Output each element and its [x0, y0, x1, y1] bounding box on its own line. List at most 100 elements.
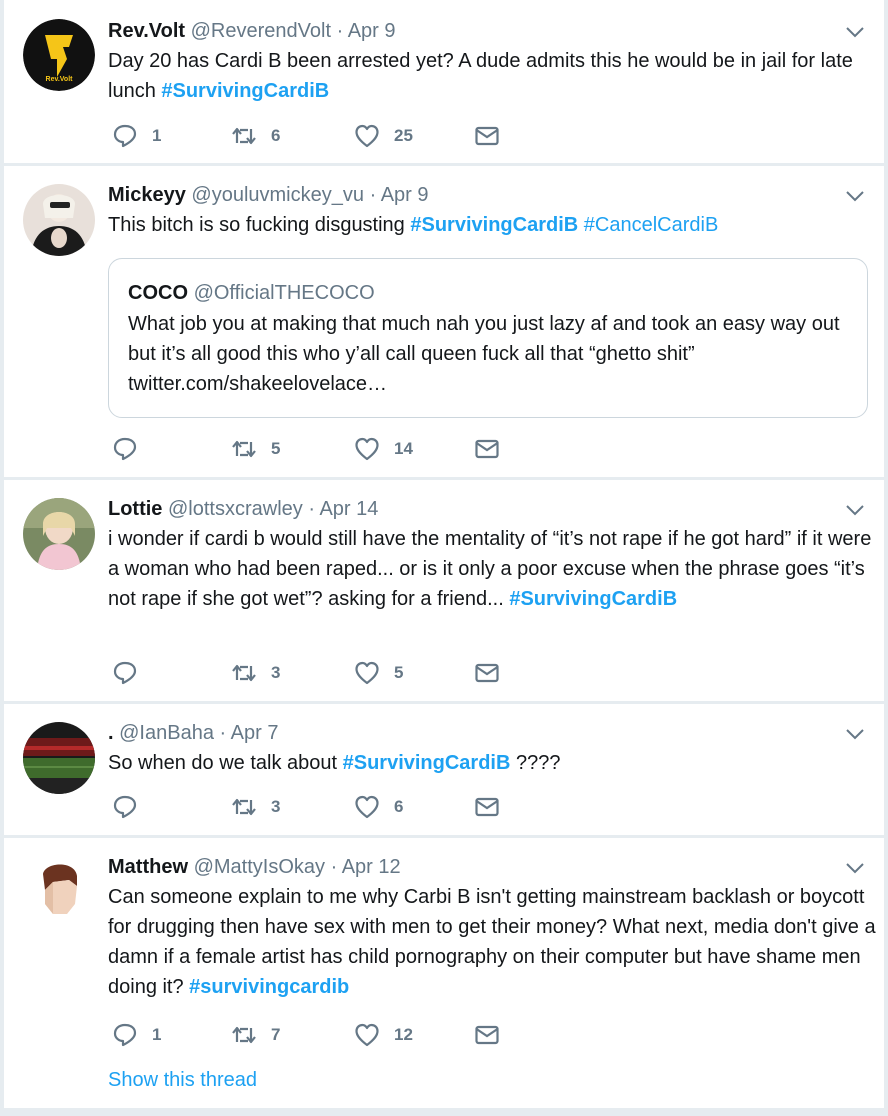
user-photo-image: [23, 184, 95, 256]
author-handle[interactable]: @lottsxcrawley: [168, 498, 303, 520]
retweet-button[interactable]: 3: [231, 658, 280, 688]
retweet-count: 5: [271, 439, 281, 458]
tweet[interactable]: Mickeyy @youluvmickey_vu · Apr 9 This bi…: [4, 166, 884, 477]
author-handle[interactable]: @IanBaha: [119, 722, 214, 744]
message-icon: [475, 663, 499, 683]
chevron-down-icon[interactable]: [844, 185, 866, 207]
like-icon: [355, 795, 379, 819]
author-name[interactable]: .: [108, 722, 114, 744]
avatar[interactable]: [23, 498, 95, 570]
reply-icon: [113, 1023, 137, 1047]
text-span: This bitch is so fucking disgusting: [108, 214, 411, 236]
message-icon: [475, 797, 499, 817]
author-name[interactable]: Matthew: [108, 856, 188, 878]
chevron-down-icon[interactable]: [844, 21, 866, 43]
avatar[interactable]: [23, 856, 95, 928]
hashtag-link[interactable]: #SurvivingCardiB: [343, 752, 511, 774]
hashtag-link[interactable]: #survivingcardib: [189, 976, 349, 998]
hashtag-link[interactable]: #CancelCardiB: [584, 214, 719, 236]
hashtag-link[interactable]: #SurvivingCardiB: [410, 214, 578, 236]
separator: ·: [219, 722, 227, 744]
separator: ·: [369, 184, 377, 206]
like-count: 6: [394, 797, 404, 816]
like-count: 25: [394, 126, 413, 145]
like-button[interactable]: 6: [354, 792, 403, 822]
author-name[interactable]: Rev.Volt: [108, 20, 185, 42]
chevron-down-icon[interactable]: [844, 857, 866, 879]
retweet-button[interactable]: 7: [231, 1020, 280, 1050]
tweet-actions: 3 6: [108, 792, 528, 822]
quoted-tweet-text: What job you at making that much nah you…: [128, 313, 840, 395]
tweet-date[interactable]: Apr 12: [342, 856, 401, 878]
retweet-icon: [232, 798, 256, 816]
avatar[interactable]: [23, 722, 95, 794]
tweet-date[interactable]: Apr 9: [381, 184, 429, 206]
avatar[interactable]: Rev.Volt: [23, 19, 95, 91]
tweet-actions: 5 14: [108, 434, 528, 464]
retweet-count: 3: [271, 797, 281, 816]
quoted-author-name: COCO: [128, 282, 188, 304]
tweet-text: Day 20 has Cardi B been arrested yet? A …: [108, 46, 878, 106]
message-icon: [475, 439, 499, 459]
tweet-actions: 1 7 12: [108, 1020, 528, 1050]
tweet[interactable]: . @IanBaha · Apr 7 So when do we talk ab…: [4, 704, 884, 835]
author-handle[interactable]: @ReverendVolt: [191, 20, 331, 42]
reply-button[interactable]: [112, 792, 152, 822]
author-handle[interactable]: @youluvmickey_vu: [191, 184, 364, 206]
like-count: 14: [394, 439, 413, 458]
tweet[interactable]: Lottie @lottsxcrawley · Apr 14 i wonder …: [4, 480, 884, 701]
tweet-date[interactable]: Apr 14: [319, 498, 378, 520]
tweet-text: Can someone explain to me why Carbi B is…: [108, 882, 878, 1002]
chevron-down-icon[interactable]: [844, 723, 866, 745]
quoted-tweet[interactable]: COCO @OfficialTHECOCO What job you at ma…: [108, 258, 868, 418]
reply-button[interactable]: [112, 658, 152, 688]
direct-message-button[interactable]: [474, 792, 500, 822]
retweet-count: 6: [271, 126, 281, 145]
avatar[interactable]: [23, 184, 95, 256]
tweet[interactable]: Rev.Volt Rev.Volt @ReverendVolt · Apr 9 …: [4, 0, 884, 163]
separator: ·: [336, 20, 344, 42]
reply-button[interactable]: [112, 434, 152, 464]
tweet[interactable]: Matthew @MattyIsOkay · Apr 12 Can someon…: [4, 838, 884, 1108]
retweet-button[interactable]: 6: [231, 121, 280, 151]
hashtag-link[interactable]: #SurvivingCardiB: [161, 80, 329, 102]
like-button[interactable]: 14: [354, 434, 413, 464]
like-count: 12: [394, 1025, 413, 1044]
direct-message-button[interactable]: [474, 658, 500, 688]
like-button[interactable]: 5: [354, 658, 403, 688]
revvolt-logo-image: Rev.Volt: [23, 19, 95, 91]
chevron-down-icon[interactable]: [844, 499, 866, 521]
retweet-button[interactable]: 3: [231, 792, 280, 822]
reply-button[interactable]: 1: [112, 1020, 161, 1050]
show-thread-link[interactable]: Show this thread: [108, 1066, 257, 1094]
text-span: So when do we talk about: [108, 752, 343, 774]
author-name[interactable]: Mickeyy: [108, 184, 186, 206]
tweet-date[interactable]: Apr 9: [348, 20, 396, 42]
author-handle[interactable]: @MattyIsOkay: [194, 856, 325, 878]
retweet-icon: [232, 440, 256, 458]
reply-button[interactable]: 1: [112, 121, 161, 151]
like-button[interactable]: 25: [354, 121, 413, 151]
reply-icon: [113, 124, 137, 148]
direct-message-button[interactable]: [474, 1020, 500, 1050]
tweet-text: This bitch is so fucking disgusting #Sur…: [108, 210, 878, 240]
retweet-icon: [232, 664, 256, 682]
like-icon: [355, 1023, 379, 1047]
hashtag-link[interactable]: #SurvivingCardiB: [509, 588, 677, 610]
tweet-actions: 1 6 25: [108, 121, 528, 151]
retweet-button[interactable]: 5: [231, 434, 280, 464]
direct-message-button[interactable]: [474, 121, 500, 151]
retweet-icon: [232, 1026, 256, 1044]
reply-icon: [113, 661, 137, 685]
reply-count: 1: [152, 126, 162, 145]
tweet-actions: 3 5: [108, 658, 528, 688]
like-button[interactable]: 12: [354, 1020, 413, 1050]
user-photo-image: [23, 498, 95, 570]
direct-message-button[interactable]: [474, 434, 500, 464]
text-span: ????: [510, 752, 561, 774]
message-icon: [475, 126, 499, 146]
reply-icon: [113, 437, 137, 461]
author-name[interactable]: Lottie: [108, 498, 162, 520]
reply-icon: [113, 795, 137, 819]
tweet-date[interactable]: Apr 7: [231, 722, 279, 744]
